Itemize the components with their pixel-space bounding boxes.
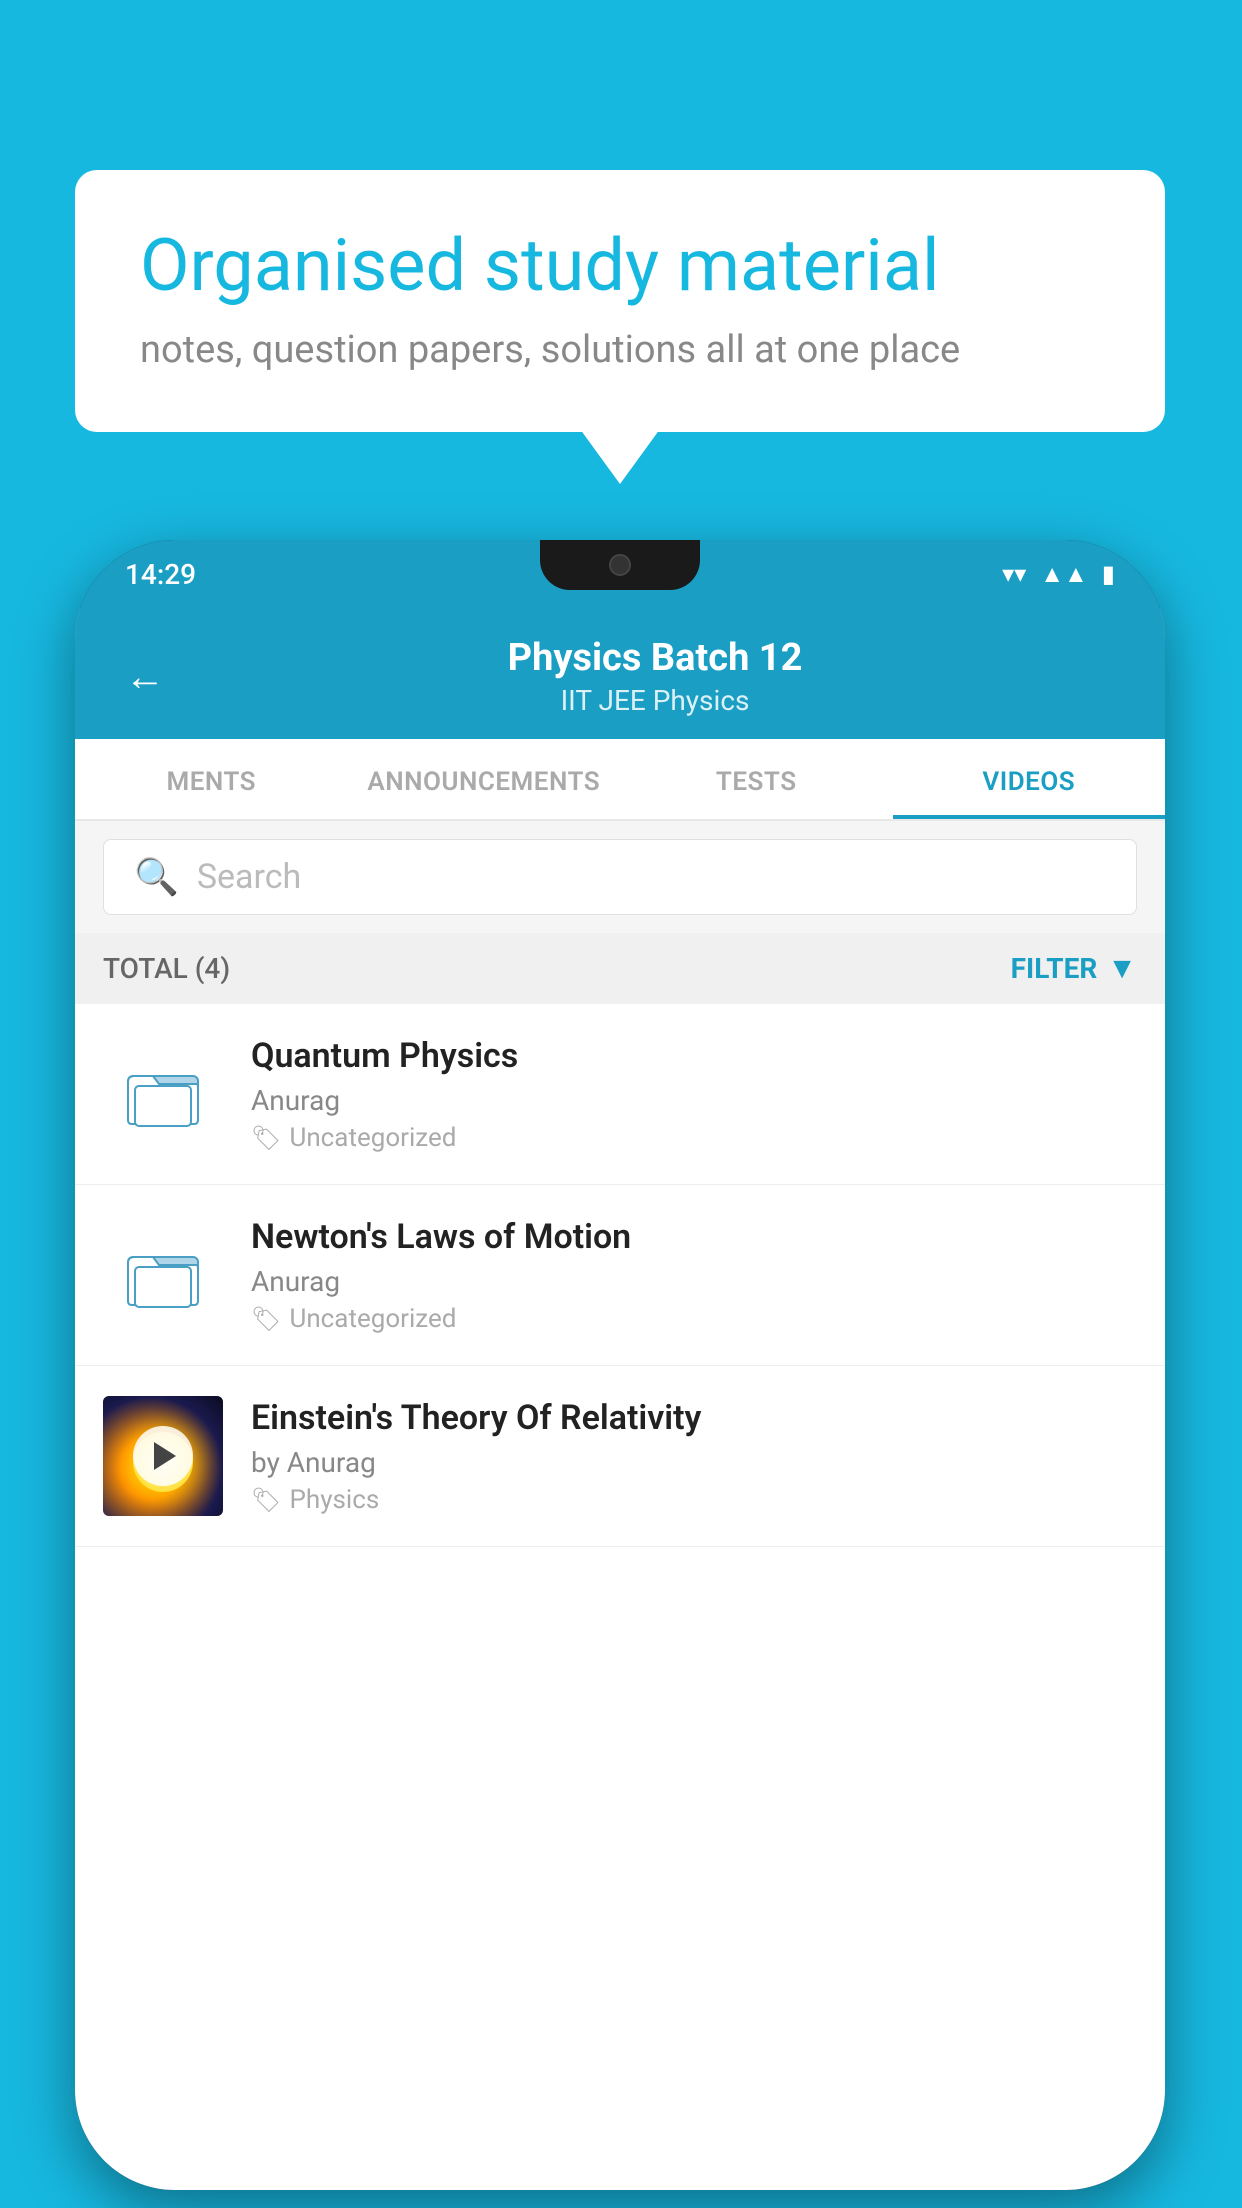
play-triangle-icon (154, 1442, 176, 1470)
tag-icon: 🏷 (251, 1124, 281, 1152)
search-icon: 🔍 (134, 856, 179, 898)
video-item-info-einstein: Einstein's Theory Of Relativity by Anura… (251, 1398, 1137, 1515)
bubble-title: Organised study material (140, 225, 1100, 308)
list-item[interactable]: Einstein's Theory Of Relativity by Anura… (75, 1366, 1165, 1547)
video-tag-newton: 🏷 Uncategorized (251, 1304, 1137, 1334)
tag-icon: 🏷 (251, 1486, 281, 1514)
video-author-quantum: Anurag (251, 1084, 1137, 1117)
header-center: Physics Batch 12 IIT JEE Physics (195, 636, 1115, 717)
video-item-info-quantum: Quantum Physics Anurag 🏷 Uncategorized (251, 1036, 1137, 1153)
filter-bar: TOTAL (4) FILTER ▼ (75, 933, 1165, 1004)
video-title-quantum: Quantum Physics (251, 1036, 1137, 1076)
tag-icon: 🏷 (251, 1305, 281, 1333)
app-header: ← Physics Batch 12 IIT JEE Physics (75, 608, 1165, 739)
camera (609, 554, 631, 576)
search-container: 🔍 Search (75, 821, 1165, 933)
video-item-info-newton: Newton's Laws of Motion Anurag 🏷 Uncateg… (251, 1217, 1137, 1334)
speech-bubble: Organised study material notes, question… (75, 170, 1165, 432)
folder-icon-quantum (103, 1034, 223, 1154)
tab-videos[interactable]: VIDEOS (893, 739, 1166, 819)
video-list: Quantum Physics Anurag 🏷 Uncategorized (75, 1004, 1165, 1547)
video-author-newton: Anurag (251, 1265, 1137, 1298)
search-placeholder: Search (197, 857, 301, 897)
status-icons: ▾▾ ▲▲ ▮ (1002, 560, 1115, 589)
tabs-bar: MENTS ANNOUNCEMENTS TESTS VIDEOS (75, 739, 1165, 821)
video-title-newton: Newton's Laws of Motion (251, 1217, 1137, 1257)
video-tag-einstein: 🏷 Physics (251, 1485, 1137, 1515)
tab-ments[interactable]: MENTS (75, 739, 348, 819)
status-bar: 14:29 ▾▾ ▲▲ ▮ (75, 540, 1165, 608)
tab-tests[interactable]: TESTS (620, 739, 893, 819)
back-button[interactable]: ← (125, 653, 165, 700)
phone-content: ← Physics Batch 12 IIT JEE Physics MENTS… (75, 608, 1165, 2190)
phone-frame: 14:29 ▾▾ ▲▲ ▮ ← Physics Batch 12 IIT JEE… (75, 540, 1165, 2190)
battery-icon: ▮ (1102, 560, 1115, 588)
video-thumbnail-einstein (103, 1396, 223, 1516)
video-author-einstein: by Anurag (251, 1446, 1137, 1479)
status-time: 14:29 (125, 558, 196, 591)
filter-icon: ▼ (1107, 951, 1137, 986)
wifi-icon: ▾▾ (1002, 560, 1026, 588)
list-item[interactable]: Newton's Laws of Motion Anurag 🏷 Uncateg… (75, 1185, 1165, 1366)
play-button[interactable] (133, 1426, 193, 1486)
video-tag-quantum: 🏷 Uncategorized (251, 1123, 1137, 1153)
tab-announcements[interactable]: ANNOUNCEMENTS (348, 739, 621, 819)
notch (540, 540, 700, 590)
folder-icon-newton (103, 1215, 223, 1335)
signal-icon: ▲▲ (1040, 560, 1088, 589)
header-subtitle: IIT JEE Physics (195, 684, 1115, 717)
filter-button[interactable]: FILTER ▼ (1011, 951, 1137, 986)
video-title-einstein: Einstein's Theory Of Relativity (251, 1398, 1137, 1438)
header-title: Physics Batch 12 (195, 636, 1115, 680)
list-item[interactable]: Quantum Physics Anurag 🏷 Uncategorized (75, 1004, 1165, 1185)
total-count: TOTAL (4) (103, 952, 230, 985)
search-bar[interactable]: 🔍 Search (103, 839, 1137, 915)
bubble-subtitle: notes, question papers, solutions all at… (140, 328, 1100, 372)
